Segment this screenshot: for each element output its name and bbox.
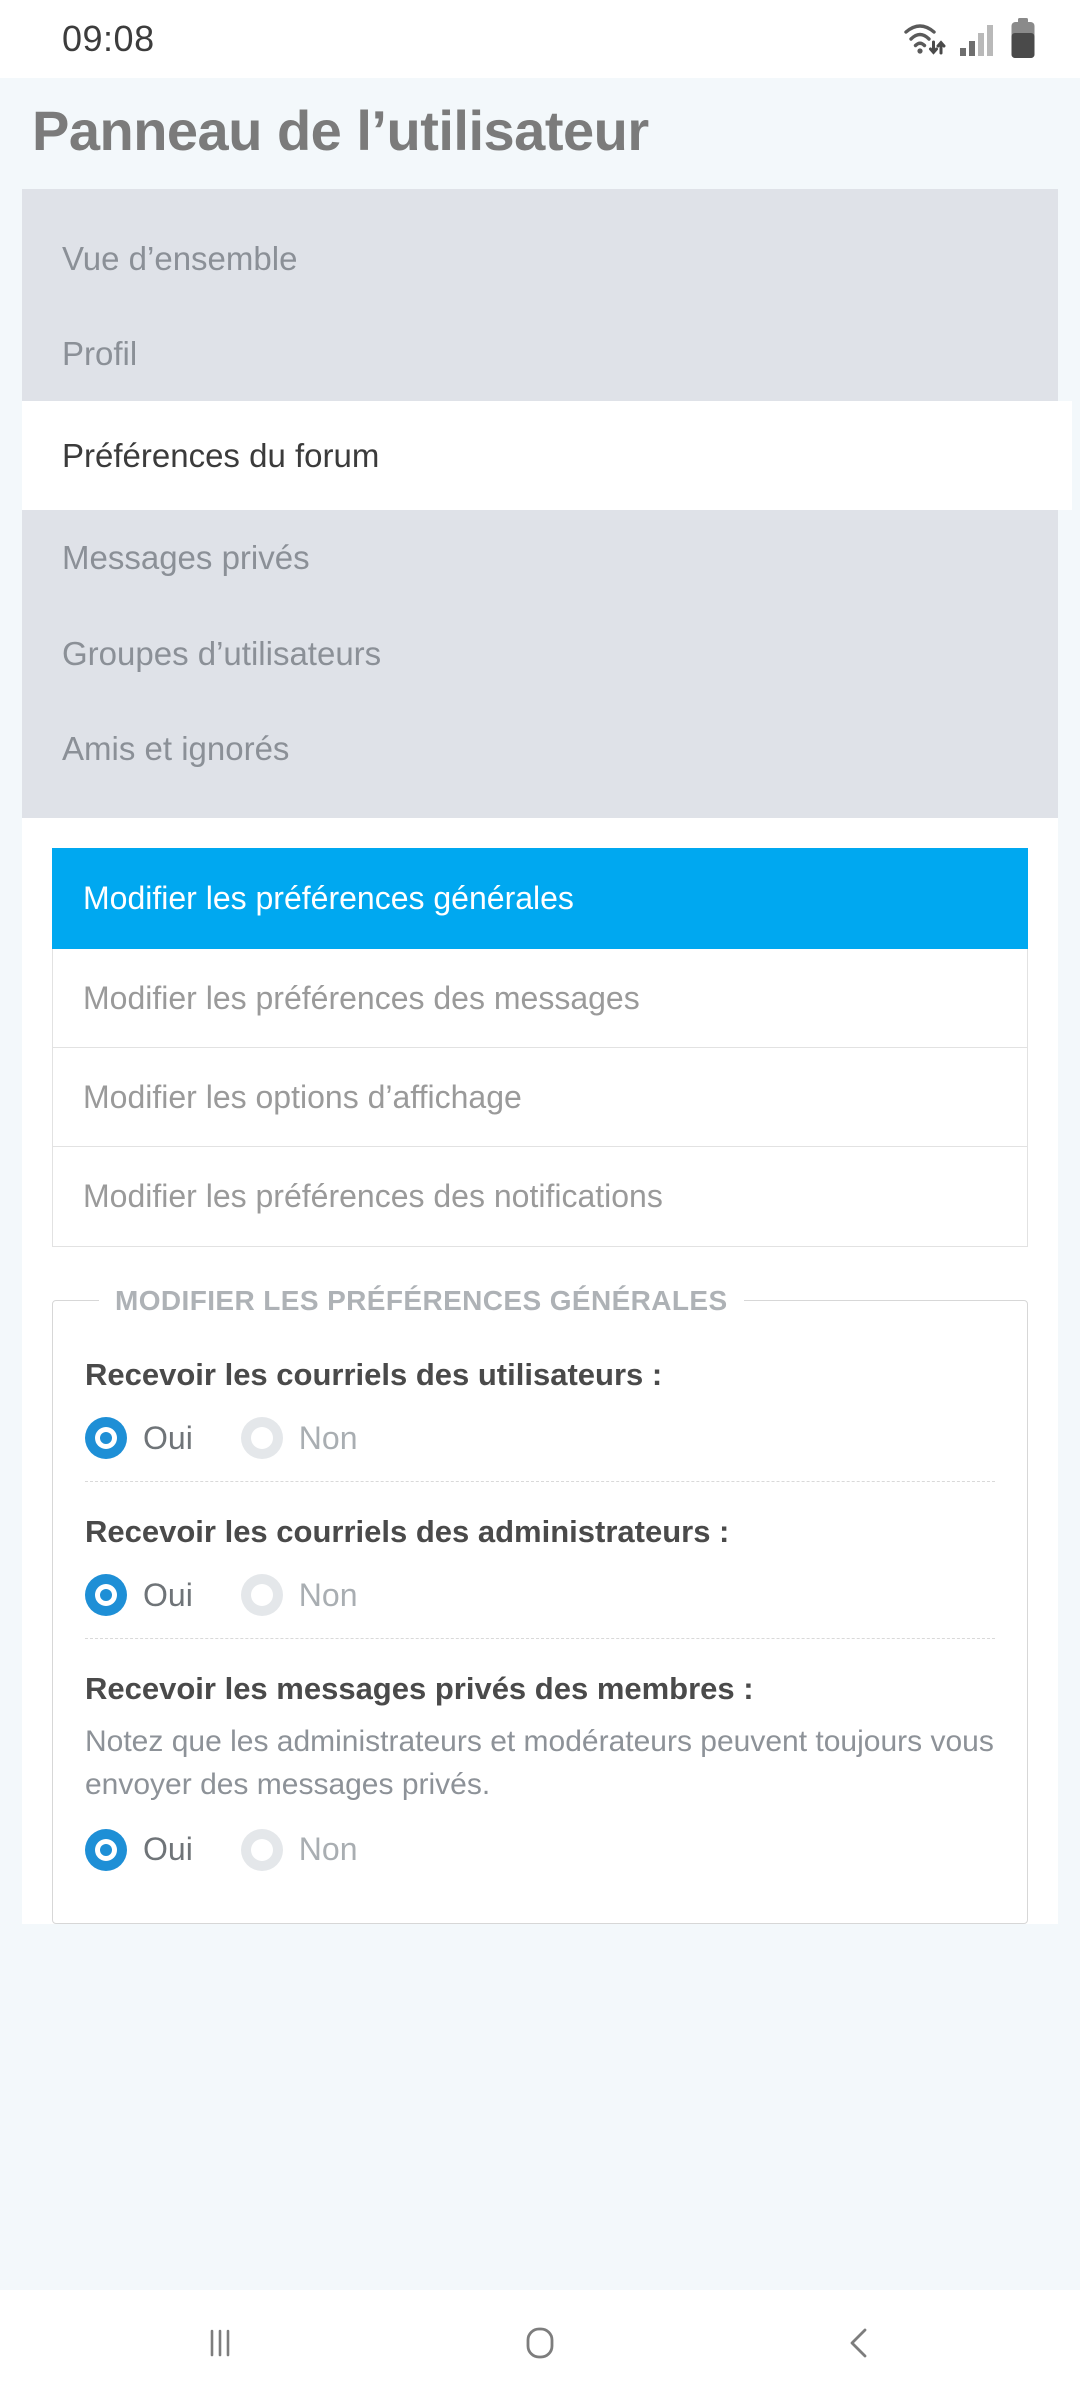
signal-icon	[959, 20, 997, 58]
content-card: Vue d’ensemble Profil Préférences du for…	[22, 188, 1072, 1924]
tab-general-preferences[interactable]: Modifier les préférences générales	[52, 848, 1028, 949]
system-navigation-bar	[0, 2290, 1080, 2400]
wifi-icon	[902, 19, 946, 59]
tab-notification-preferences[interactable]: Modifier les préférences des notificatio…	[52, 1147, 1028, 1247]
phone-screen: 09:08 Panneau de l’utilisateur Vue d’ens…	[0, 0, 1080, 2400]
sidebar-item-overview[interactable]: Vue d’ensemble	[22, 211, 1058, 306]
sidebar-nav: Vue d’ensemble Profil Préférences du for…	[22, 188, 1072, 819]
pref-row-admin-emails: Recevoir les courriels des administrateu…	[85, 1481, 995, 1638]
radio-group-private-messages: Oui Non	[85, 1828, 995, 1877]
recents-icon	[200, 2323, 240, 2368]
radio-label-yes: Oui	[143, 1576, 193, 1613]
radio-button-yes-icon[interactable]	[85, 1574, 127, 1617]
radio-option-yes[interactable]: Oui	[85, 1828, 193, 1871]
radio-button-yes-icon[interactable]	[85, 1417, 127, 1460]
back-button[interactable]	[785, 2290, 935, 2400]
back-icon	[840, 2323, 880, 2368]
radio-button-no-icon[interactable]	[240, 1417, 283, 1460]
radio-option-no[interactable]: Non	[240, 1417, 358, 1460]
radio-option-yes[interactable]: Oui	[85, 1574, 193, 1617]
radio-label-no: Non	[298, 1419, 358, 1456]
radio-option-no[interactable]: Non	[240, 1828, 358, 1871]
tab-list: Modifier les préférences générales Modif…	[22, 818, 1058, 1247]
radio-label-no: Non	[298, 1576, 358, 1613]
sidebar-item-friends-foes[interactable]: Amis et ignorés	[22, 701, 1058, 796]
sidebar-item-user-groups[interactable]: Groupes d’utilisateurs	[22, 606, 1058, 701]
radio-option-yes[interactable]: Oui	[85, 1417, 193, 1460]
fieldset-legend: MODIFIER LES PRÉFÉRENCES GÉNÉRALES	[115, 1284, 728, 1316]
sidebar-item-profile[interactable]: Profil	[22, 306, 1058, 401]
pref-label: Recevoir les courriels des administrateu…	[85, 1514, 730, 1550]
radio-label-yes: Oui	[143, 1419, 193, 1456]
general-preferences-fieldset: MODIFIER LES PRÉFÉRENCES GÉNÉRALES Recev…	[52, 1284, 1028, 1924]
radio-option-no[interactable]: Non	[240, 1574, 358, 1617]
tab-post-preferences[interactable]: Modifier les préférences des messages	[52, 948, 1028, 1048]
status-bar: 09:08	[0, 0, 1080, 78]
radio-button-yes-icon[interactable]	[85, 1828, 127, 1871]
sidebar-item-forum-preferences[interactable]: Préférences du forum	[22, 401, 1072, 511]
pref-label: Recevoir les messages privés des membres…	[85, 1671, 754, 1707]
home-icon	[519, 2322, 561, 2369]
radio-button-no-icon[interactable]	[240, 1828, 283, 1871]
radio-group-admin-emails: Oui Non	[85, 1574, 995, 1622]
radio-label-no: Non	[298, 1831, 358, 1868]
status-icons	[902, 18, 1036, 60]
radio-button-no-icon[interactable]	[240, 1574, 283, 1617]
pref-label: Recevoir les courriels des utilisateurs …	[85, 1356, 663, 1392]
preferences-form: MODIFIER LES PRÉFÉRENCES GÉNÉRALES Recev…	[22, 1246, 1058, 1924]
pref-description: Notez que les administrateurs et modérat…	[85, 1724, 994, 1802]
status-clock: 09:08	[62, 18, 155, 59]
page-title: Panneau de l’utilisateur	[32, 99, 649, 162]
home-button[interactable]	[465, 2290, 615, 2400]
recents-button[interactable]	[145, 2290, 295, 2400]
page-viewport[interactable]: Panneau de l’utilisateur Vue d’ensemble …	[0, 78, 1080, 2290]
tab-display-options[interactable]: Modifier les options d’affichage	[52, 1048, 1028, 1148]
battery-icon	[1010, 18, 1036, 60]
radio-label-yes: Oui	[143, 1831, 193, 1868]
radio-group-user-emails: Oui Non	[85, 1417, 995, 1465]
pref-row-user-emails: Recevoir les courriels des utilisateurs …	[85, 1325, 995, 1481]
sidebar-item-private-messages[interactable]: Messages privés	[22, 510, 1058, 605]
pref-row-private-messages: Recevoir les messages privés des membres…	[85, 1638, 995, 1892]
